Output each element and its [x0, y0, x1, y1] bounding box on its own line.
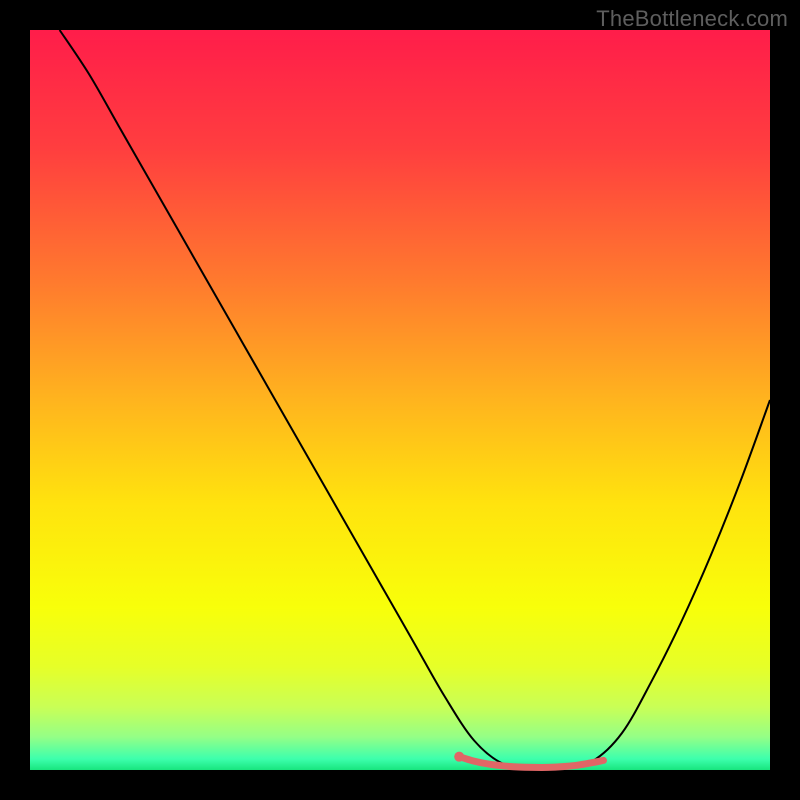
- bottleneck-chart: [0, 0, 800, 800]
- chart-root: TheBottleneck.com: [0, 0, 800, 800]
- watermark-label: TheBottleneck.com: [596, 6, 788, 32]
- optimal-range-start-marker: [454, 752, 464, 762]
- plot-background: [30, 30, 770, 770]
